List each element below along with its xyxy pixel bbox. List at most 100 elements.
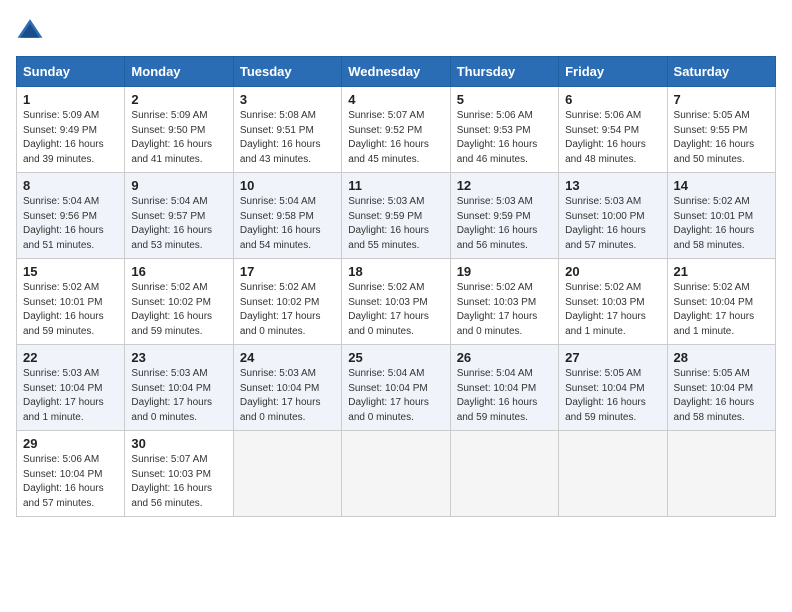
day-info: Sunrise: 5:06 AM Sunset: 10:04 PM Daylig… bbox=[23, 453, 118, 511]
day-number: 18 bbox=[348, 264, 443, 279]
calendar-cell: 23 Sunrise: 5:03 AM Sunset: 10:04 PM Day… bbox=[125, 345, 233, 431]
calendar-cell: 5 Sunrise: 5:06 AM Sunset: 9:53 PM Dayli… bbox=[450, 87, 558, 173]
logo bbox=[16, 16, 48, 44]
calendar-cell: 20 Sunrise: 5:02 AM Sunset: 10:03 PM Day… bbox=[559, 259, 667, 345]
day-number: 16 bbox=[131, 264, 226, 279]
day-number: 26 bbox=[457, 350, 552, 365]
day-info: Sunrise: 5:04 AM Sunset: 9:57 PM Dayligh… bbox=[131, 195, 226, 253]
day-number: 1 bbox=[23, 92, 118, 107]
day-number: 12 bbox=[457, 178, 552, 193]
day-number: 15 bbox=[23, 264, 118, 279]
calendar-cell: 22 Sunrise: 5:03 AM Sunset: 10:04 PM Day… bbox=[17, 345, 125, 431]
day-number: 10 bbox=[240, 178, 335, 193]
calendar-week-row: 22 Sunrise: 5:03 AM Sunset: 10:04 PM Day… bbox=[17, 345, 776, 431]
day-number: 19 bbox=[457, 264, 552, 279]
calendar-cell bbox=[667, 431, 775, 517]
header bbox=[16, 16, 776, 44]
calendar-cell: 15 Sunrise: 5:02 AM Sunset: 10:01 PM Day… bbox=[17, 259, 125, 345]
day-number: 2 bbox=[131, 92, 226, 107]
calendar-cell: 21 Sunrise: 5:02 AM Sunset: 10:04 PM Day… bbox=[667, 259, 775, 345]
calendar-cell bbox=[559, 431, 667, 517]
calendar-cell: 6 Sunrise: 5:06 AM Sunset: 9:54 PM Dayli… bbox=[559, 87, 667, 173]
day-info: Sunrise: 5:07 AM Sunset: 9:52 PM Dayligh… bbox=[348, 109, 443, 167]
calendar: SundayMondayTuesdayWednesdayThursdayFrid… bbox=[16, 56, 776, 517]
day-info: Sunrise: 5:09 AM Sunset: 9:49 PM Dayligh… bbox=[23, 109, 118, 167]
day-info: Sunrise: 5:08 AM Sunset: 9:51 PM Dayligh… bbox=[240, 109, 335, 167]
col-header-thursday: Thursday bbox=[450, 57, 558, 87]
calendar-week-row: 1 Sunrise: 5:09 AM Sunset: 9:49 PM Dayli… bbox=[17, 87, 776, 173]
day-number: 23 bbox=[131, 350, 226, 365]
calendar-cell: 25 Sunrise: 5:04 AM Sunset: 10:04 PM Day… bbox=[342, 345, 450, 431]
calendar-cell: 4 Sunrise: 5:07 AM Sunset: 9:52 PM Dayli… bbox=[342, 87, 450, 173]
day-info: Sunrise: 5:03 AM Sunset: 9:59 PM Dayligh… bbox=[457, 195, 552, 253]
day-info: Sunrise: 5:02 AM Sunset: 10:02 PM Daylig… bbox=[131, 281, 226, 339]
day-info: Sunrise: 5:04 AM Sunset: 10:04 PM Daylig… bbox=[348, 367, 443, 425]
day-info: Sunrise: 5:03 AM Sunset: 10:04 PM Daylig… bbox=[131, 367, 226, 425]
day-info: Sunrise: 5:03 AM Sunset: 10:00 PM Daylig… bbox=[565, 195, 660, 253]
calendar-cell: 8 Sunrise: 5:04 AM Sunset: 9:56 PM Dayli… bbox=[17, 173, 125, 259]
day-number: 22 bbox=[23, 350, 118, 365]
day-number: 6 bbox=[565, 92, 660, 107]
calendar-cell: 11 Sunrise: 5:03 AM Sunset: 9:59 PM Dayl… bbox=[342, 173, 450, 259]
calendar-cell: 17 Sunrise: 5:02 AM Sunset: 10:02 PM Day… bbox=[233, 259, 341, 345]
day-info: Sunrise: 5:05 AM Sunset: 10:04 PM Daylig… bbox=[565, 367, 660, 425]
col-header-monday: Monday bbox=[125, 57, 233, 87]
calendar-cell: 10 Sunrise: 5:04 AM Sunset: 9:58 PM Dayl… bbox=[233, 173, 341, 259]
calendar-cell: 30 Sunrise: 5:07 AM Sunset: 10:03 PM Day… bbox=[125, 431, 233, 517]
calendar-cell: 3 Sunrise: 5:08 AM Sunset: 9:51 PM Dayli… bbox=[233, 87, 341, 173]
day-info: Sunrise: 5:04 AM Sunset: 9:58 PM Dayligh… bbox=[240, 195, 335, 253]
day-number: 24 bbox=[240, 350, 335, 365]
calendar-cell: 26 Sunrise: 5:04 AM Sunset: 10:04 PM Day… bbox=[450, 345, 558, 431]
calendar-cell: 16 Sunrise: 5:02 AM Sunset: 10:02 PM Day… bbox=[125, 259, 233, 345]
col-header-friday: Friday bbox=[559, 57, 667, 87]
calendar-cell: 29 Sunrise: 5:06 AM Sunset: 10:04 PM Day… bbox=[17, 431, 125, 517]
day-info: Sunrise: 5:05 AM Sunset: 10:04 PM Daylig… bbox=[674, 367, 769, 425]
day-info: Sunrise: 5:02 AM Sunset: 10:03 PM Daylig… bbox=[457, 281, 552, 339]
calendar-cell: 24 Sunrise: 5:03 AM Sunset: 10:04 PM Day… bbox=[233, 345, 341, 431]
day-info: Sunrise: 5:03 AM Sunset: 10:04 PM Daylig… bbox=[23, 367, 118, 425]
day-number: 8 bbox=[23, 178, 118, 193]
day-info: Sunrise: 5:03 AM Sunset: 10:04 PM Daylig… bbox=[240, 367, 335, 425]
day-info: Sunrise: 5:04 AM Sunset: 9:56 PM Dayligh… bbox=[23, 195, 118, 253]
calendar-cell: 2 Sunrise: 5:09 AM Sunset: 9:50 PM Dayli… bbox=[125, 87, 233, 173]
day-info: Sunrise: 5:02 AM Sunset: 10:04 PM Daylig… bbox=[674, 281, 769, 339]
day-number: 25 bbox=[348, 350, 443, 365]
calendar-cell: 19 Sunrise: 5:02 AM Sunset: 10:03 PM Day… bbox=[450, 259, 558, 345]
calendar-cell: 1 Sunrise: 5:09 AM Sunset: 9:49 PM Dayli… bbox=[17, 87, 125, 173]
calendar-cell: 7 Sunrise: 5:05 AM Sunset: 9:55 PM Dayli… bbox=[667, 87, 775, 173]
col-header-tuesday: Tuesday bbox=[233, 57, 341, 87]
day-info: Sunrise: 5:03 AM Sunset: 9:59 PM Dayligh… bbox=[348, 195, 443, 253]
calendar-cell: 12 Sunrise: 5:03 AM Sunset: 9:59 PM Dayl… bbox=[450, 173, 558, 259]
calendar-cell: 28 Sunrise: 5:05 AM Sunset: 10:04 PM Day… bbox=[667, 345, 775, 431]
day-number: 5 bbox=[457, 92, 552, 107]
calendar-cell bbox=[233, 431, 341, 517]
day-number: 14 bbox=[674, 178, 769, 193]
calendar-header-row: SundayMondayTuesdayWednesdayThursdayFrid… bbox=[17, 57, 776, 87]
day-number: 13 bbox=[565, 178, 660, 193]
calendar-week-row: 29 Sunrise: 5:06 AM Sunset: 10:04 PM Day… bbox=[17, 431, 776, 517]
day-info: Sunrise: 5:06 AM Sunset: 9:53 PM Dayligh… bbox=[457, 109, 552, 167]
calendar-cell bbox=[450, 431, 558, 517]
day-info: Sunrise: 5:06 AM Sunset: 9:54 PM Dayligh… bbox=[565, 109, 660, 167]
col-header-saturday: Saturday bbox=[667, 57, 775, 87]
day-number: 9 bbox=[131, 178, 226, 193]
col-header-wednesday: Wednesday bbox=[342, 57, 450, 87]
calendar-cell: 27 Sunrise: 5:05 AM Sunset: 10:04 PM Day… bbox=[559, 345, 667, 431]
calendar-week-row: 15 Sunrise: 5:02 AM Sunset: 10:01 PM Day… bbox=[17, 259, 776, 345]
col-header-sunday: Sunday bbox=[17, 57, 125, 87]
day-number: 27 bbox=[565, 350, 660, 365]
day-number: 7 bbox=[674, 92, 769, 107]
calendar-cell: 13 Sunrise: 5:03 AM Sunset: 10:00 PM Day… bbox=[559, 173, 667, 259]
day-number: 30 bbox=[131, 436, 226, 451]
day-info: Sunrise: 5:04 AM Sunset: 10:04 PM Daylig… bbox=[457, 367, 552, 425]
day-number: 11 bbox=[348, 178, 443, 193]
day-number: 21 bbox=[674, 264, 769, 279]
calendar-cell bbox=[342, 431, 450, 517]
day-number: 4 bbox=[348, 92, 443, 107]
day-number: 28 bbox=[674, 350, 769, 365]
day-info: Sunrise: 5:02 AM Sunset: 10:01 PM Daylig… bbox=[23, 281, 118, 339]
calendar-cell: 9 Sunrise: 5:04 AM Sunset: 9:57 PM Dayli… bbox=[125, 173, 233, 259]
day-number: 20 bbox=[565, 264, 660, 279]
day-info: Sunrise: 5:02 AM Sunset: 10:03 PM Daylig… bbox=[348, 281, 443, 339]
day-info: Sunrise: 5:05 AM Sunset: 9:55 PM Dayligh… bbox=[674, 109, 769, 167]
